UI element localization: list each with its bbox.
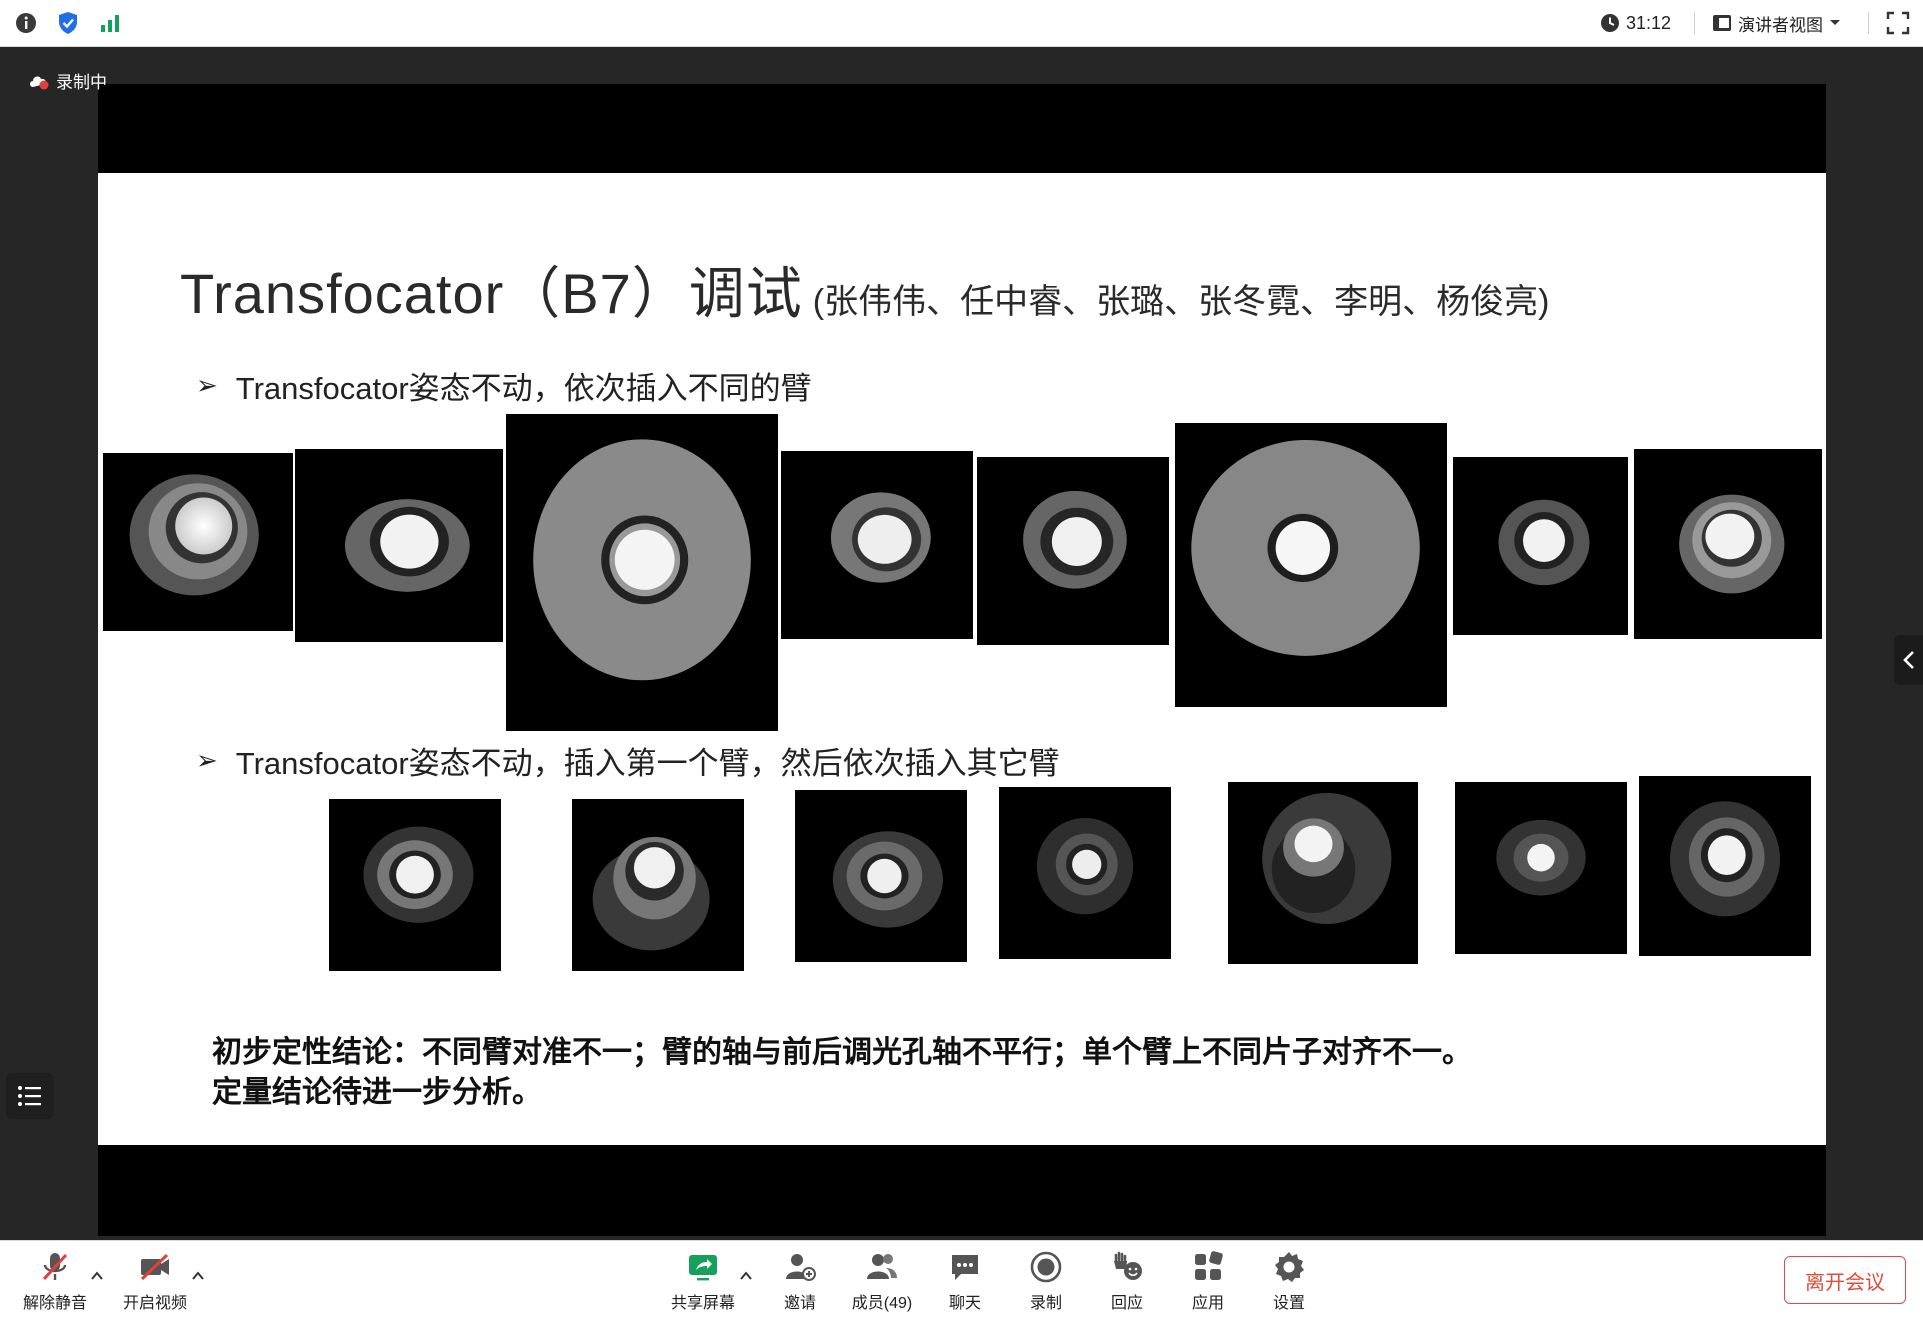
chat-icon xyxy=(952,1255,978,1280)
gear-icon xyxy=(1275,1252,1304,1282)
view-layout-icon xyxy=(1713,15,1731,31)
chevron-up-icon xyxy=(192,1271,204,1280)
bullet-arrow-icon: ➢ xyxy=(196,370,218,400)
beam-image xyxy=(572,799,744,971)
divider xyxy=(1868,12,1869,34)
record-icon xyxy=(1030,1251,1062,1283)
mic-muted-icon xyxy=(42,1253,68,1281)
settings-button[interactable]: 设置 xyxy=(1249,1249,1329,1315)
apps-grid-icon xyxy=(1195,1251,1223,1280)
conclusion-line-1: 初步定性结论：不同臂对准不一；臂的轴与前后调光孔轴不平行；单个臂上不同片子对齐不… xyxy=(212,1036,1472,1069)
beam-image xyxy=(103,453,293,631)
info-icon[interactable] xyxy=(14,11,38,35)
beam-image xyxy=(1175,423,1447,707)
beam-image xyxy=(295,449,503,642)
signal-strength-icon[interactable] xyxy=(98,11,122,35)
reaction-hand-icon xyxy=(1114,1251,1142,1280)
share-screen-icon xyxy=(689,1255,717,1281)
beam-image xyxy=(1228,782,1418,964)
timer-text: 31:12 xyxy=(1626,12,1672,33)
slide: Transfocator（B7）调试 (张伟伟、任中睿、张璐、张冬霓、李明、杨俊亮… xyxy=(98,173,1826,1145)
view-mode-button[interactable]: 演讲者视图 xyxy=(1712,9,1841,37)
meeting-timer: 31:12 xyxy=(1600,10,1671,36)
collapse-panel-tab[interactable] xyxy=(1894,635,1923,685)
audio-options-caret[interactable] xyxy=(90,1269,104,1283)
view-mode-label: 演讲者视图 xyxy=(1738,15,1823,35)
recording-indicator[interactable]: 录制中 xyxy=(28,68,107,93)
beam-image xyxy=(1455,782,1627,954)
list-menu-button[interactable] xyxy=(6,1073,54,1119)
beam-image xyxy=(795,790,967,962)
members-label: 成员(49) xyxy=(851,1295,913,1312)
start-video-label: 开启视频 xyxy=(122,1295,187,1312)
beam-image xyxy=(999,787,1171,959)
slide-title-names: (张伟伟、任中睿、张璐、张冬霓、李明、杨俊亮) xyxy=(812,283,1550,321)
beam-image xyxy=(977,457,1169,645)
reactions-button[interactable]: 回应 xyxy=(1087,1249,1167,1315)
top-bar: 31:12 演讲者视图 xyxy=(0,0,1923,47)
share-screen-button[interactable]: 共享屏幕 xyxy=(663,1249,743,1315)
apps-label: 应用 xyxy=(1191,1295,1224,1312)
divider xyxy=(1694,12,1695,34)
chat-button[interactable]: 聊天 xyxy=(925,1249,1005,1315)
record-label: 录制 xyxy=(1029,1295,1062,1312)
slide-title-main: Transfocator（B7）调试 xyxy=(180,262,803,325)
reactions-label: 回应 xyxy=(1110,1295,1143,1312)
slide-title: Transfocator（B7）调试 (张伟伟、任中睿、张璐、张冬霓、李明、杨俊亮… xyxy=(180,249,1549,330)
bullet-1-text: Transfocator姿态不动，依次插入不同的臂 xyxy=(235,371,812,406)
start-video-button[interactable]: 开启视频 xyxy=(115,1249,195,1315)
members-button[interactable]: 成员(49) xyxy=(842,1249,922,1315)
share-screen-label: 共享屏幕 xyxy=(670,1295,735,1312)
bullet-2-text: Transfocator姿态不动，插入第一个臂，然后依次插入其它臂 xyxy=(235,746,1060,781)
beam-image xyxy=(781,451,973,639)
invite-label: 邀请 xyxy=(783,1295,816,1312)
invite-user-icon xyxy=(786,1254,816,1281)
cloud-record-icon xyxy=(30,76,49,89)
chat-label: 聊天 xyxy=(948,1295,981,1312)
bullet-arrow-icon: ➢ xyxy=(196,745,218,775)
bullet-1: ➢ Transfocator姿态不动，依次插入不同的臂 xyxy=(196,363,812,408)
beam-image xyxy=(1453,457,1628,635)
unmute-label: 解除静音 xyxy=(22,1295,87,1312)
beam-image xyxy=(1634,449,1822,639)
chevron-left-icon xyxy=(1902,651,1914,669)
beam-image xyxy=(506,414,778,731)
members-icon xyxy=(867,1254,897,1279)
chevron-up-icon xyxy=(91,1271,103,1280)
chevron-down-icon xyxy=(1830,20,1840,25)
bullet-2: ➢ Transfocator姿态不动，插入第一个臂，然后依次插入其它臂 xyxy=(196,738,1060,783)
list-icon xyxy=(18,1086,41,1106)
settings-label: 设置 xyxy=(1272,1295,1305,1312)
beam-image xyxy=(329,799,501,971)
beam-image xyxy=(1639,776,1811,956)
conclusion-line-2: 定量结论待进一步分析。 xyxy=(212,1076,542,1109)
fullscreen-icon[interactable] xyxy=(1886,11,1910,35)
record-button[interactable]: 录制 xyxy=(1006,1249,1086,1315)
security-shield-icon[interactable] xyxy=(56,11,80,35)
recording-label: 录制中 xyxy=(56,73,107,92)
video-options-caret[interactable] xyxy=(191,1269,205,1283)
apps-button[interactable]: 应用 xyxy=(1168,1249,1248,1315)
conclusion-text: 初步定性结论：不同臂对准不一；臂的轴与前后调光孔轴不平行；单个臂上不同片子对齐不… xyxy=(212,1033,1472,1113)
clock-icon xyxy=(1601,14,1619,32)
share-options-caret[interactable] xyxy=(739,1269,753,1283)
video-off-icon xyxy=(140,1253,169,1281)
invite-button[interactable]: 邀请 xyxy=(760,1249,840,1315)
meeting-toolbar: 解除静音 开启视频 共享屏幕 邀请 成员(49) 聊天 录制 回应 应用 设置 … xyxy=(0,1240,1923,1319)
unmute-button[interactable]: 解除静音 xyxy=(15,1249,95,1315)
chevron-up-icon xyxy=(740,1271,752,1280)
leave-meeting-button[interactable]: 离开会议 xyxy=(1784,1256,1906,1304)
